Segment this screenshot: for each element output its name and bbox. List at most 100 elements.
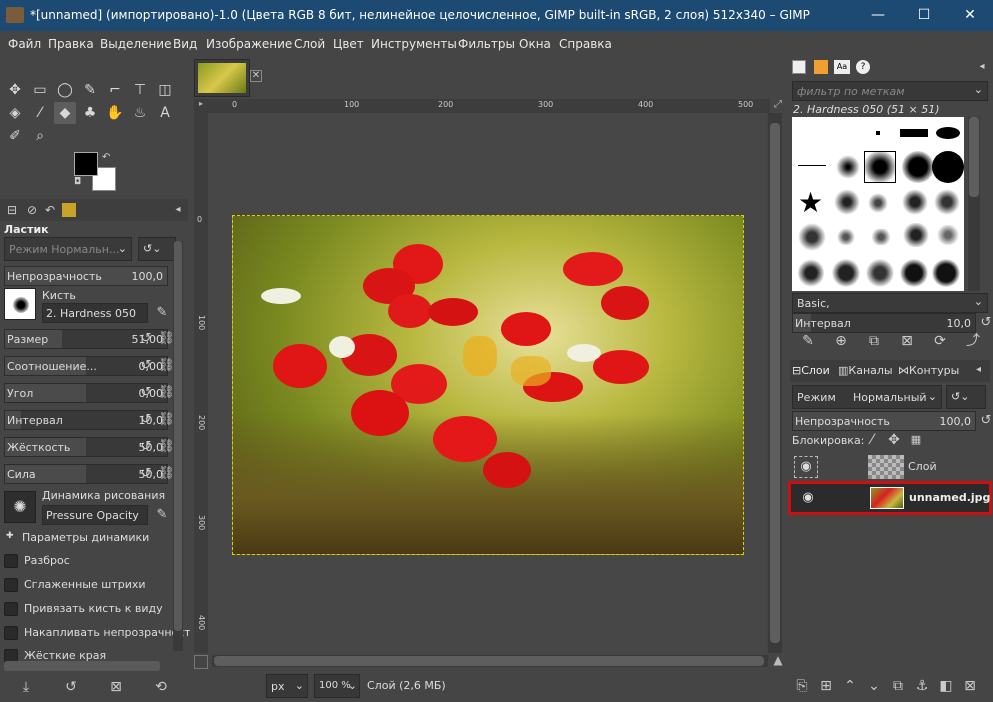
- layer-1-name[interactable]: Слой: [908, 460, 937, 473]
- delete-brush-icon[interactable]: ⊠: [897, 331, 917, 351]
- maximize-button[interactable]: ☐: [901, 0, 947, 31]
- patterns-tab-icon[interactable]: [814, 60, 828, 74]
- lasso-tool-icon[interactable]: ◯: [54, 79, 76, 101]
- panel-menu-icon[interactable]: ◂: [168, 200, 188, 220]
- menu-edit[interactable]: Правка: [48, 37, 94, 51]
- menu-colors[interactable]: Цвет: [333, 37, 364, 51]
- transform-tool-icon[interactable]: ⊤: [129, 79, 151, 101]
- layer-mask-icon[interactable]: ◧: [936, 676, 956, 696]
- rect-select-tool-icon[interactable]: ▭: [29, 79, 51, 101]
- brush-preview[interactable]: [4, 288, 36, 320]
- smooth-checkbox[interactable]: [4, 578, 18, 592]
- horizontal-ruler[interactable]: 0 100 200 300 400 500: [208, 99, 770, 113]
- layer-opacity-reset-icon[interactable]: ↺: [978, 411, 993, 431]
- channels-tab[interactable]: ▥Каналы: [838, 364, 893, 377]
- ruler-corner-icon[interactable]: ▸: [194, 99, 208, 113]
- brush-edit-icon[interactable]: ✎: [154, 303, 170, 323]
- angle-link-icon[interactable]: ⛓: [158, 383, 175, 403]
- new-layer-group-icon[interactable]: ⊞: [816, 676, 836, 696]
- zoom-fit-icon[interactable]: ⤢: [770, 99, 786, 113]
- zoom-tool-icon[interactable]: ⌕: [29, 125, 51, 147]
- brush-grid[interactable]: ★: [792, 117, 964, 291]
- help-tab-icon[interactable]: ?: [856, 60, 870, 74]
- canvas-viewport[interactable]: [208, 113, 766, 653]
- image-canvas[interactable]: [232, 215, 744, 555]
- layer-mode-dropdown[interactable]: Режим Нормальный ⌄: [792, 385, 942, 409]
- menu-windows[interactable]: Окна: [519, 37, 551, 51]
- lock-alpha-icon[interactable]: ▦: [906, 430, 926, 450]
- force-reset-icon[interactable]: ↺: [138, 464, 154, 484]
- angle-reset-icon[interactable]: ↺: [138, 383, 154, 403]
- size-link-icon[interactable]: ⛓: [158, 329, 175, 349]
- anchor-layer-icon[interactable]: ⚓: [912, 676, 932, 696]
- unit-dropdown[interactable]: px ⌄: [266, 674, 308, 698]
- brush-name-field[interactable]: 2. Hardness 050: [42, 303, 148, 323]
- lower-layer-icon[interactable]: ⌄: [864, 676, 884, 696]
- layer-1-eye-icon[interactable]: ◉: [794, 456, 818, 478]
- brush-preset-dropdown[interactable]: Basic, ⌄: [792, 293, 988, 313]
- duplicate-brush-icon[interactable]: ⧉: [864, 331, 884, 351]
- layer-mode-reset-button[interactable]: ↺⌄: [946, 385, 986, 409]
- hardness-link-icon[interactable]: ⛓: [158, 437, 175, 457]
- smudge-tool-icon[interactable]: ✋: [104, 102, 126, 124]
- dynamics-edit-icon[interactable]: ✎: [154, 505, 170, 525]
- aspect-reset-icon[interactable]: ↺: [138, 356, 154, 376]
- canvas-hscrollbar[interactable]: [212, 655, 768, 667]
- tool-options-scrollbar[interactable]: [173, 241, 183, 651]
- layers-panel-menu-icon[interactable]: ◂: [976, 364, 981, 375]
- layer-opacity-slider[interactable]: Непрозрачность 100,0: [792, 411, 976, 431]
- edit-brush-icon[interactable]: ✎: [798, 331, 818, 351]
- dynamics-field[interactable]: Pressure Opacity: [42, 505, 148, 525]
- menu-help[interactable]: Справка: [559, 37, 612, 51]
- brush-grid-scrollbar[interactable]: [968, 117, 980, 291]
- canvas-vscrollbar[interactable]: [768, 113, 782, 653]
- crop-tool-icon[interactable]: ⌐: [104, 79, 126, 101]
- color-picker-icon[interactable]: ✐: [4, 125, 26, 147]
- new-brush-icon[interactable]: ⊕: [831, 331, 851, 351]
- opacity-slider[interactable]: Непрозрачность 100,0: [4, 266, 168, 286]
- hardness-reset-icon[interactable]: ↺: [138, 437, 154, 457]
- brush-spacing-slider[interactable]: Интервал 10,0: [792, 313, 976, 333]
- layer-row-1[interactable]: ◉ Слой: [790, 453, 990, 481]
- foreground-color-swatch[interactable]: [74, 152, 98, 176]
- vertical-ruler[interactable]: 0 100 200 300 400: [194, 113, 208, 653]
- incremental-checkbox[interactable]: [4, 626, 18, 640]
- raise-layer-icon[interactable]: ⌃: [840, 676, 860, 696]
- fonts-tab-icon[interactable]: Aa: [834, 60, 850, 74]
- size-reset-icon[interactable]: ↺: [138, 329, 154, 349]
- undo-history-tab-icon[interactable]: ↶: [40, 200, 60, 220]
- menu-filters[interactable]: Фильтры: [458, 37, 515, 51]
- delete-options-icon[interactable]: ⊠: [106, 677, 126, 697]
- spacing-reset-icon[interactable]: ↺: [138, 410, 154, 430]
- aspect-link-icon[interactable]: ⛓: [158, 356, 175, 376]
- layer-2-name[interactable]: unnamed.jpg: [909, 491, 990, 504]
- minimize-button[interactable]: —: [855, 0, 901, 31]
- menu-image[interactable]: Изображение: [206, 37, 292, 51]
- tool-options-tab-icon[interactable]: ⊟: [2, 200, 22, 220]
- zoom-dropdown[interactable]: 100 % ⌄: [314, 674, 360, 698]
- images-tab-icon[interactable]: [62, 203, 76, 217]
- refresh-brushes-icon[interactable]: ⟳: [930, 331, 950, 351]
- image-tab-close-icon[interactable]: ✕: [250, 70, 262, 82]
- text-tool-icon[interactable]: A: [154, 102, 176, 124]
- delete-layer-icon[interactable]: ⊠: [960, 676, 980, 696]
- layer-row-2[interactable]: ◉ unnamed.jpg: [788, 481, 992, 515]
- menu-file[interactable]: Файл: [8, 37, 41, 51]
- warp-tool-icon[interactable]: ◫: [154, 79, 176, 101]
- tool-options-hscrollbar[interactable]: [4, 661, 160, 671]
- close-button[interactable]: ✕: [947, 0, 993, 31]
- expand-icon[interactable]: ✚: [6, 531, 14, 541]
- quick-mask-toggle[interactable]: [194, 655, 208, 669]
- brushes-tab-icon[interactable]: [792, 60, 806, 74]
- menu-view[interactable]: Вид: [173, 37, 197, 51]
- clone-tool-icon[interactable]: ♣: [79, 102, 101, 124]
- save-options-icon[interactable]: ⤓: [16, 677, 36, 697]
- eraser-tool-icon[interactable]: ◆: [54, 102, 76, 124]
- layers-tab[interactable]: ⊟Слои: [792, 364, 830, 377]
- menu-select[interactable]: Выделение: [100, 37, 171, 51]
- swap-colors-icon[interactable]: ↶: [102, 152, 114, 164]
- reset-options-icon[interactable]: ⟲: [151, 677, 171, 697]
- lock-position-icon[interactable]: ✥: [884, 430, 904, 450]
- force-link-icon[interactable]: ⛓: [158, 464, 175, 484]
- move-tool-icon[interactable]: ✥: [4, 79, 26, 101]
